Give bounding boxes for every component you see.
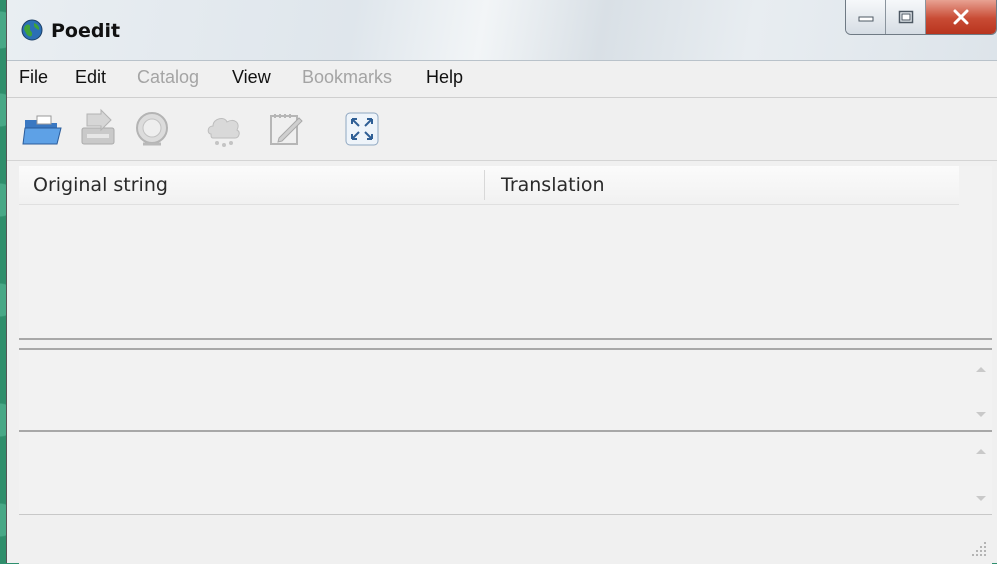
validate-icon[interactable] (203, 108, 245, 150)
globe-icon (21, 19, 43, 41)
menu-view[interactable]: View (232, 67, 271, 88)
menu-file[interactable]: File (19, 67, 48, 88)
column-original-string[interactable]: Original string (19, 166, 484, 204)
column-translation[interactable]: Translation (487, 166, 957, 204)
translation-list[interactable]: Original string Translation (19, 166, 992, 340)
title-bar[interactable]: Poedit (7, 0, 997, 61)
resize-grip-icon[interactable] (972, 540, 988, 556)
menu-bar: File Edit Catalog View Bookmarks Help (7, 61, 997, 98)
maximize-icon (898, 10, 913, 24)
close-icon (953, 9, 969, 25)
menu-help[interactable]: Help (426, 67, 463, 88)
scroll-down-icon[interactable] (975, 410, 987, 420)
menu-catalog[interactable]: Catalog (137, 67, 199, 88)
translation-text-box[interactable] (19, 430, 992, 514)
toolbar (7, 98, 997, 161)
minimize-button[interactable] (846, 0, 886, 34)
scroll-up-icon[interactable] (975, 446, 987, 456)
scrollbar[interactable] (970, 432, 992, 514)
scrollbar[interactable] (970, 350, 992, 430)
list-header: Original string Translation (19, 166, 959, 205)
menu-edit[interactable]: Edit (75, 67, 106, 88)
window-title: Poedit (51, 20, 121, 42)
menu-bookmarks[interactable]: Bookmarks (302, 67, 392, 88)
minimize-icon (858, 16, 873, 22)
edit-comment-icon[interactable] (265, 108, 307, 150)
original-text-box[interactable] (19, 348, 992, 430)
maximize-button[interactable] (886, 0, 926, 34)
close-button[interactable] (926, 0, 996, 34)
open-folder-icon[interactable] (21, 108, 63, 150)
update-catalog-icon[interactable] (131, 108, 173, 150)
scroll-down-icon[interactable] (975, 494, 987, 504)
status-bar (19, 514, 992, 564)
column-divider[interactable] (484, 170, 485, 200)
save-icon[interactable] (77, 108, 119, 150)
poedit-window: Poedit File Edit Catalog View Bookmarks … (6, 0, 997, 564)
window-controls (845, 0, 997, 35)
scroll-up-icon[interactable] (975, 364, 987, 374)
fullscreen-icon[interactable] (341, 108, 383, 150)
